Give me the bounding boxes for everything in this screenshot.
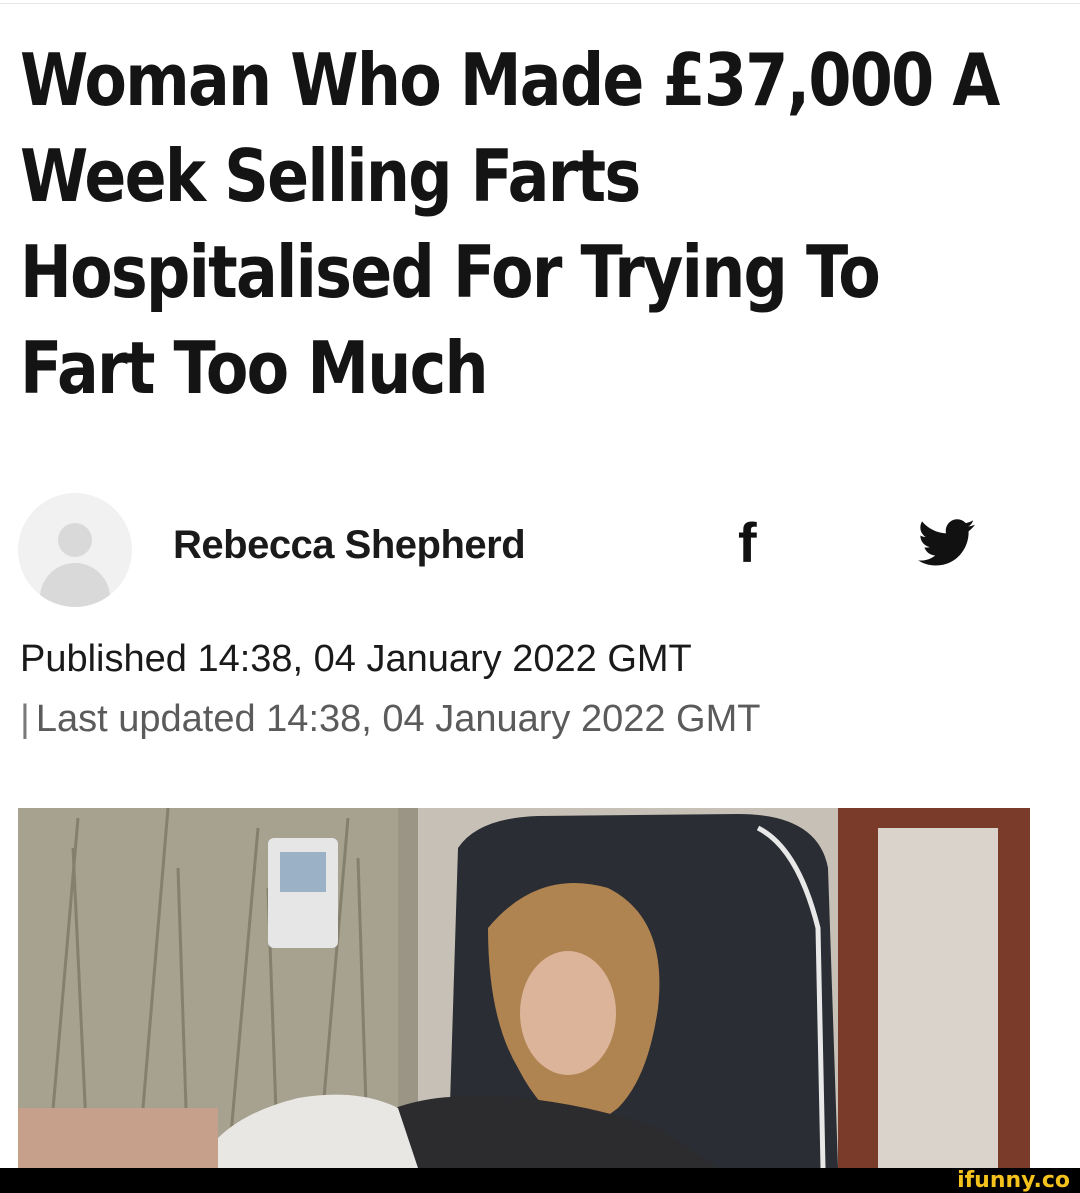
published-timestamp: Published 14:38, 04 January 2022 GMT xyxy=(20,638,692,680)
headline-line-1: Woman Who Made £37,000 A xyxy=(20,38,1000,122)
ifunny-watermark: ifunny.co xyxy=(957,1168,1070,1193)
facebook-icon[interactable]: f xyxy=(738,513,757,573)
author-row: Rebecca Shepherd f xyxy=(18,493,1058,607)
avatar-body-shape xyxy=(40,563,110,607)
headline-line-2: Week Selling Farts xyxy=(20,134,641,218)
author-name[interactable]: Rebecca Shepherd xyxy=(173,523,526,568)
author-avatar[interactable] xyxy=(18,493,132,607)
headline-line-4: Fart Too Much xyxy=(20,326,489,410)
twitter-icon[interactable] xyxy=(918,519,976,567)
avatar-head-shape xyxy=(58,523,92,557)
article-photo xyxy=(18,808,1030,1168)
article-headline: Woman Who Made £37,000 A Week Selling Fa… xyxy=(20,32,1000,416)
timestamp-separator: | xyxy=(20,698,30,740)
watermark-bar xyxy=(0,1168,1080,1193)
top-divider xyxy=(0,3,1080,4)
updated-timestamp: Last updated 14:38, 04 January 2022 GMT xyxy=(35,698,761,740)
headline-line-3: Hospitalised For Trying To xyxy=(20,230,881,314)
updated-timestamp-row: | Last updated 14:38, 04 January 2022 GMT xyxy=(20,698,760,741)
